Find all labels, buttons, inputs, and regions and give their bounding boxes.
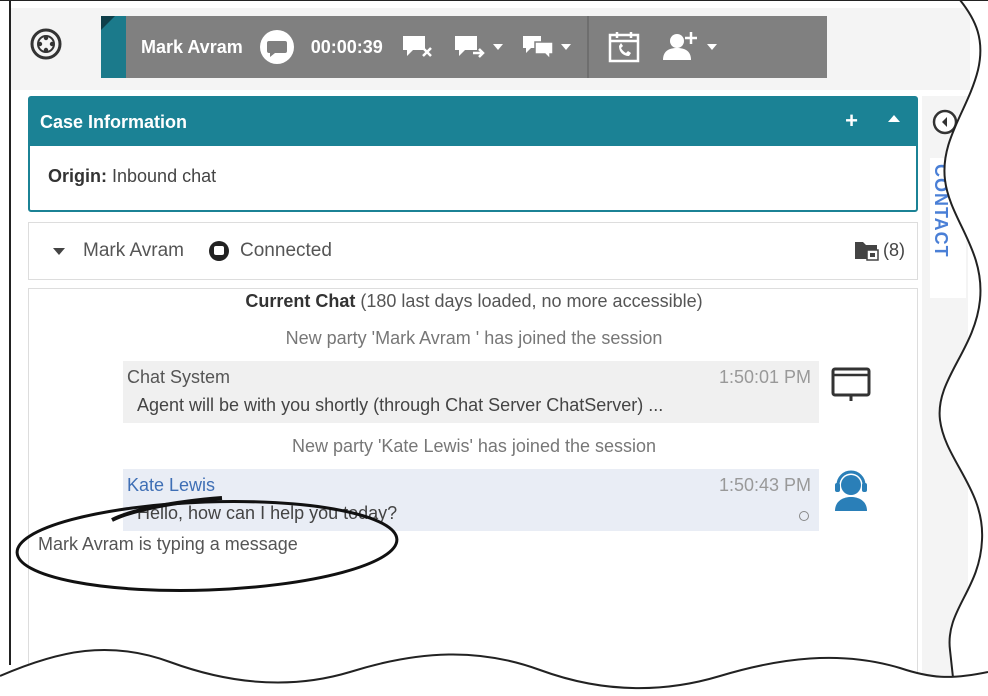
schedule-callback-button[interactable] (607, 30, 641, 64)
history-folder-button[interactable]: (8) (854, 239, 905, 261)
contact-side-tab[interactable]: CONTACT (930, 158, 966, 298)
typing-indicator: Mark Avram is typing a message (38, 534, 298, 554)
history-title: Current Chat (245, 291, 356, 311)
history-detail: (180 last days loaded, no more accessibl… (355, 291, 703, 311)
consult-agent-button[interactable] (659, 30, 717, 64)
monitor-icon (831, 367, 871, 401)
interaction-accent (101, 16, 126, 78)
end-chat-button[interactable] (401, 32, 435, 62)
message-read-indicator (799, 511, 809, 521)
message-time: 1:50:01 PM (718, 367, 811, 387)
origin-value: Inbound chat (112, 166, 217, 186)
expand-party-icon[interactable] (53, 247, 65, 255)
message-text: Hello, how can I help you today? (137, 503, 398, 523)
collapse-icon[interactable] (888, 115, 900, 122)
transfer-button[interactable] (453, 32, 503, 62)
history-status: Current Chat (180 last days loaded, no m… (29, 291, 919, 312)
case-information-panel: Case Information + Origin: Inbound chat (28, 96, 918, 212)
expand-panel-icon[interactable] (930, 107, 960, 137)
origin-label: Origin: (48, 166, 107, 186)
case-information-title: Case Information (40, 111, 188, 132)
join-notice: New party 'Mark Avram ' has joined the s… (285, 328, 663, 348)
contact-name: Mark Avram (141, 36, 243, 57)
chat-transcript: Current Chat (180 last days loaded, no m… (28, 288, 918, 696)
schedule-callback-icon (608, 32, 640, 63)
conference-icon (522, 36, 554, 61)
contact-tab-label: CONTACT (931, 164, 951, 258)
app-window: Mark Avram 00:00:39 Case Information + O… (0, 0, 988, 696)
chat-message: Kate Lewis 1:50:43 PM Hello, how can I h… (123, 469, 819, 531)
case-origin-row: Origin: Inbound chat (30, 146, 916, 187)
chat-status-icon (209, 241, 230, 261)
message-author: Kate Lewis (127, 475, 216, 495)
chevron-down-icon (706, 44, 717, 50)
agent-headset-icon (835, 470, 867, 511)
consult-agent-icon (662, 32, 697, 60)
party-status: Connected (240, 240, 332, 261)
message-text: Agent will be with you shortly (through … (137, 395, 664, 415)
conference-button[interactable] (521, 32, 571, 62)
chevron-down-icon (492, 44, 503, 50)
party-name: Mark Avram (83, 240, 185, 261)
app-logo-icon[interactable] (28, 26, 64, 62)
call-timer: 00:00:39 (310, 36, 383, 57)
transfer-icon (454, 36, 485, 58)
party-row: Mark Avram Connected (8) (28, 222, 918, 280)
chat-icon (259, 30, 294, 64)
end-chat-icon (402, 36, 432, 57)
interaction-bar: Mark Avram 00:00:39 (101, 16, 827, 78)
toolbar-divider (586, 16, 589, 78)
case-information-header[interactable]: Case Information (30, 98, 916, 146)
message-author: Chat System (127, 367, 231, 387)
add-case-field-button[interactable]: + (845, 108, 858, 134)
history-count: (8) (883, 239, 905, 260)
folder-icon (855, 242, 879, 261)
message-time: 1:50:43 PM (718, 475, 811, 495)
chevron-down-icon (560, 44, 571, 50)
join-notice: New party 'Kate Lewis' has joined the se… (291, 436, 657, 456)
chat-message: Chat System 1:50:01 PM Agent will be wit… (123, 361, 819, 423)
